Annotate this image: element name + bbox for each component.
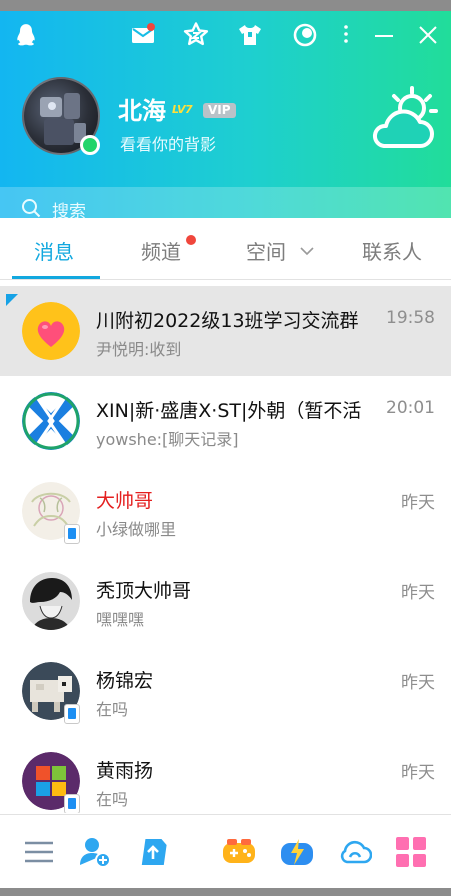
more-menu-icon[interactable] [332,21,360,49]
mobile-status-icon [64,524,80,544]
add-friend-icon[interactable] [78,835,112,869]
online-status-dot [80,135,100,155]
conversation-preview: 在吗 [96,700,129,719]
group-avatar[interactable] [22,302,80,360]
moon-theme-icon[interactable] [291,21,319,49]
title-bar [0,11,451,51]
conversation-time: 19:58 [386,308,435,328]
conversation-time: 昨天 [401,673,435,693]
conversation-row[interactable]: XIN|新·盛唐X·ST|外朝（暂不活 yowshe:[聊天记录] 20:01 [0,376,451,466]
bottom-toolbar [0,814,451,888]
chevron-down-icon[interactable] [299,246,315,256]
conversation-preview: 嘿嘿嘿 [96,610,145,629]
mobile-status-icon [64,704,80,724]
tshirt-skin-icon[interactable] [236,21,264,49]
game-lightning-icon[interactable] [280,835,314,869]
level-badge: LV7 [172,103,193,116]
main-menu-icon[interactable] [22,835,56,869]
mobile-status-icon [64,794,80,813]
tab-messages[interactable]: 消息 [34,236,74,265]
minimize-icon[interactable] [370,21,398,49]
signature-text[interactable]: 看看你的背影 [120,131,216,155]
cloud-drive-icon[interactable] [338,835,372,869]
conversation-preview: 尹悦明:收到 [96,340,182,359]
conversation-preview: 在吗 [96,790,129,809]
conversation-name: 大帅哥 [96,490,154,512]
conversation-time: 昨天 [401,583,435,603]
active-tab-indicator [12,276,100,279]
channels-notification-dot [186,235,196,245]
tab-contacts[interactable]: 联系人 [362,236,422,265]
star-zone-icon[interactable] [182,21,210,49]
conversation-name: 川附初2022级13班学习交流群 [96,310,359,332]
contact-avatar[interactable] [22,572,80,630]
conversation-name: 黄雨扬 [96,760,154,782]
conversation-time: 20:01 [386,398,435,418]
tab-bar: 消息 频道 空间 联系人 [0,218,451,280]
window-bottom-edge [0,888,451,896]
nickname: 北海 [118,97,166,125]
tab-channels[interactable]: 频道 [141,236,181,265]
conversation-name: 杨锦宏 [96,670,154,692]
conversation-row[interactable]: 大帅哥 小绿做哪里 昨天 [0,466,451,556]
apps-grid-icon[interactable] [394,835,428,869]
conversation-time: 昨天 [401,763,435,783]
conversation-preview: yowshe:[聊天记录] [96,430,239,449]
search-icon [22,199,41,218]
conversation-name: XIN|新·盛唐X·ST|外朝（暂不活 [96,400,362,422]
upload-file-icon[interactable] [136,835,170,869]
conversation-preview: 小绿做哪里 [96,520,177,539]
conversation-row[interactable]: 黄雨扬 在吗 昨天 [0,736,451,813]
qq-penguin-icon[interactable] [12,21,40,49]
conversation-name: 秃顶大帅哥 [96,580,192,602]
close-icon[interactable] [414,21,442,49]
conversation-row[interactable]: 秃顶大帅哥 嘿嘿嘿 昨天 [0,556,451,646]
conversation-row[interactable]: 杨锦宏 在吗 昨天 [0,646,451,736]
mail-icon[interactable] [129,21,157,49]
conversation-row[interactable]: 川附初2022级13班学习交流群 尹悦明:收到 19:58 [0,286,451,376]
conversation-list: 川附初2022级13班学习交流群 尹悦明:收到 19:58 XIN|新·盛唐X·… [0,286,451,813]
vip-badge: VIP [203,103,236,118]
header-panel: 北海 LV7 VIP 看看你的背影 搜索 [0,0,451,229]
tab-space[interactable]: 空间 [246,236,286,265]
pinned-flag-icon [6,294,18,306]
group-avatar[interactable] [22,392,80,450]
conversation-time: 昨天 [401,493,435,513]
weather-icon[interactable] [366,86,440,152]
game-center-icon[interactable] [222,835,256,869]
